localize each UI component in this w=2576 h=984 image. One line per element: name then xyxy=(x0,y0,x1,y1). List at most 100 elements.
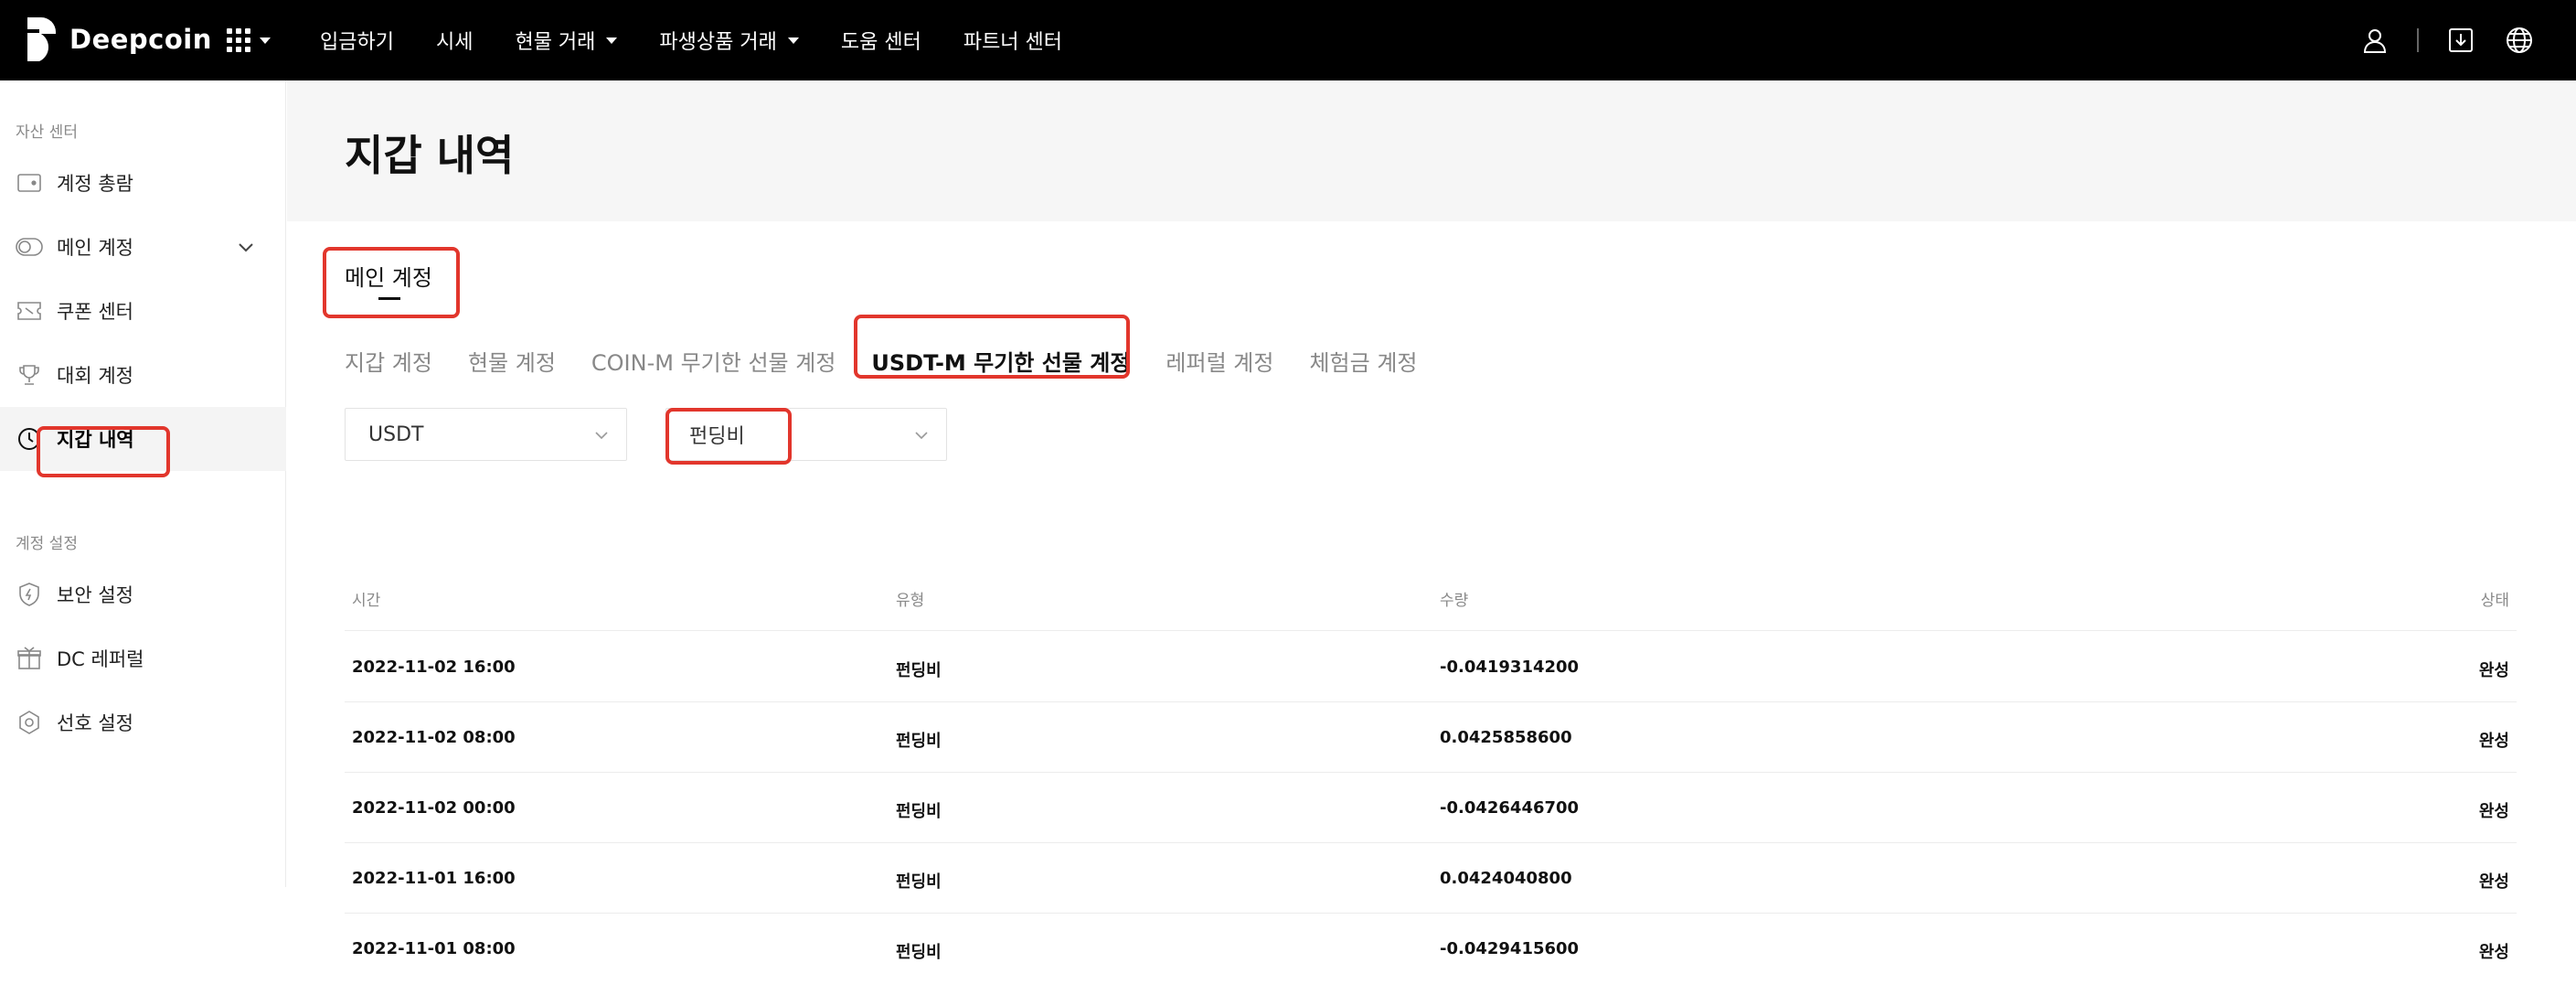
settings-icon xyxy=(16,709,43,736)
page-title: 지갑 내역 xyxy=(345,131,515,180)
brand-name: Deepcoin xyxy=(69,24,212,55)
cell-status: 완성 xyxy=(2478,802,2509,821)
brand-logo[interactable]: Deepcoin xyxy=(27,13,212,66)
nav-deposit[interactable]: 입금하기 xyxy=(320,26,394,55)
caret-down-icon xyxy=(606,37,618,44)
sidebar-item-label: 선호 설정 xyxy=(57,712,133,734)
page-header: 지갑 내역 xyxy=(287,80,2576,221)
subtab-referral-account[interactable]: 레퍼럴 계정 xyxy=(1166,345,1273,377)
nav-derivatives-trading[interactable]: 파생상품 거래 xyxy=(659,26,799,55)
ticket-icon xyxy=(16,297,43,325)
subtab-coin-m-futures-account[interactable]: COIN-M 무기한 선물 계정 xyxy=(591,345,836,377)
divider xyxy=(2417,28,2419,52)
user-icon[interactable] xyxy=(2358,24,2391,57)
tab-main-account[interactable]: 메인 계정 xyxy=(345,260,432,292)
top-navigation-bar: Deepcoin 입금하기 시세 현물 거래 파생상품 거래 도움 센터 파트너… xyxy=(0,0,2576,80)
table-row: 2022-11-02 00:00 펀딩비 -0.0426446700 완성 xyxy=(345,773,2517,843)
cell-type: 펀딩비 xyxy=(896,661,942,680)
sidebar-item-preferences[interactable]: 선호 설정 xyxy=(0,690,286,754)
table-header: 시간 유형 수량 상태 xyxy=(345,565,2517,631)
cell-type: 펀딩비 xyxy=(896,943,942,962)
cell-time: 2022-11-02 08:00 xyxy=(352,728,516,747)
column-header-type: 유형 xyxy=(896,592,925,610)
cell-status: 완성 xyxy=(2478,661,2509,680)
chevron-down-icon xyxy=(595,432,608,440)
nav-label: 입금하기 xyxy=(320,31,394,54)
download-icon[interactable] xyxy=(2444,24,2477,57)
toggle-icon xyxy=(16,233,43,261)
cell-status: 완성 xyxy=(2478,872,2509,892)
apps-grid-icon xyxy=(227,28,250,52)
sidebar-item-competition-account[interactable]: 대회 계정 xyxy=(0,343,286,407)
type-select-value: 펀딩비 xyxy=(689,425,745,448)
sidebar-item-coupon-center[interactable]: 쿠폰 센터 xyxy=(0,279,286,343)
nav-spot-trading[interactable]: 현물 거래 xyxy=(515,26,618,55)
cell-type: 펀딩비 xyxy=(896,732,942,751)
cell-time: 2022-11-01 08:00 xyxy=(352,939,516,958)
main-content: 지갑 내역 메인 계정 지갑 계정 현물 계정 COIN-M 무기한 선물 계정… xyxy=(287,80,2576,962)
account-subtabs: 지갑 계정 현물 계정 COIN-M 무기한 선물 계정 USDT-M 무기한 … xyxy=(345,342,1453,379)
cell-status: 완성 xyxy=(2478,732,2509,751)
cell-time: 2022-11-02 00:00 xyxy=(352,798,516,818)
subtab-usdt-m-futures-account[interactable]: USDT-M 무기한 선물 계정 xyxy=(871,345,1130,377)
chevron-down-icon[interactable] xyxy=(237,238,255,256)
table-row: 2022-11-01 16:00 펀딩비 0.0424040800 완성 xyxy=(345,843,2517,914)
column-header-amount: 수량 xyxy=(1440,592,1469,610)
deepcoin-logo-icon xyxy=(27,17,56,61)
wallet-icon xyxy=(16,169,43,197)
cell-amount: -0.0419314200 xyxy=(1440,658,1580,677)
cell-amount: 0.0425858600 xyxy=(1440,728,1572,747)
cell-type: 펀딩비 xyxy=(896,802,942,821)
gift-icon xyxy=(16,645,43,672)
subtab-wallet-account[interactable]: 지갑 계정 xyxy=(345,345,432,377)
nav-label: 파트너 센터 xyxy=(963,31,1063,54)
caret-down-icon xyxy=(260,37,271,44)
sidebar-item-label: 계정 총람 xyxy=(57,173,133,195)
table-row: 2022-11-02 08:00 펀딩비 0.0425858600 완성 xyxy=(345,702,2517,773)
sidebar-section-account-settings: 계정 설정 xyxy=(16,535,78,553)
currency-select-value: USDT xyxy=(368,422,424,446)
sidebar-item-main-account[interactable]: 메인 계정 xyxy=(0,215,286,279)
sidebar-item-account-overview[interactable]: 계정 총람 xyxy=(0,151,286,215)
nav-label: 파생상품 거래 xyxy=(659,31,777,54)
subtab-spot-account[interactable]: 현물 계정 xyxy=(468,345,556,377)
sidebar-item-dc-referral[interactable]: DC 레퍼럴 xyxy=(0,626,286,690)
sidebar-item-wallet-history[interactable]: 지갑 내역 xyxy=(0,407,286,471)
main-nav: 입금하기 시세 현물 거래 파생상품 거래 도움 센터 파트너 센터 xyxy=(320,0,1104,80)
nav-partner-center[interactable]: 파트너 센터 xyxy=(963,26,1062,55)
globe-icon[interactable] xyxy=(2503,24,2536,57)
cell-type: 펀딩비 xyxy=(896,872,942,892)
cell-amount: 0.0424040800 xyxy=(1440,869,1572,888)
tab-active-indicator xyxy=(378,297,400,300)
sidebar-item-label: 대회 계정 xyxy=(57,365,133,387)
caret-down-icon xyxy=(787,37,799,44)
column-header-time: 시간 xyxy=(352,592,381,610)
table-row: 2022-11-02 16:00 펀딩비 -0.0419314200 완성 xyxy=(345,632,2517,702)
sidebar-item-security-settings[interactable]: 보안 설정 xyxy=(0,562,286,626)
cell-amount: -0.0426446700 xyxy=(1440,798,1580,818)
nav-label: 현물 거래 xyxy=(515,31,596,54)
nav-markets[interactable]: 시세 xyxy=(436,26,473,55)
sidebar-item-label: 메인 계정 xyxy=(57,237,133,259)
sidebar: 자산 센터 계정 총람 메인 계정 쿠폰 센터 대회 계정 지갑 내역 계정 설… xyxy=(0,80,286,887)
column-header-status: 상태 xyxy=(2480,592,2509,610)
apps-menu-button[interactable] xyxy=(227,22,280,59)
cell-time: 2022-11-01 16:00 xyxy=(352,869,516,888)
nav-label: 도움 센터 xyxy=(840,31,921,54)
top-right-actions xyxy=(2358,20,2536,60)
table-row: 2022-11-01 08:00 펀딩비 -0.0429415600 완성 xyxy=(345,914,2517,984)
chevron-down-icon xyxy=(915,432,928,440)
trophy-icon xyxy=(16,361,43,389)
shield-icon xyxy=(16,581,43,608)
type-select[interactable]: 펀딩비 xyxy=(665,408,947,461)
sidebar-section-asset-center: 자산 센터 xyxy=(16,123,78,142)
cell-amount: -0.0429415600 xyxy=(1440,939,1580,958)
cell-status: 완성 xyxy=(2478,943,2509,962)
subtab-trial-fund-account[interactable]: 체험금 계정 xyxy=(1309,345,1417,377)
nav-help-center[interactable]: 도움 센터 xyxy=(841,26,921,55)
sidebar-item-label: 지갑 내역 xyxy=(57,429,134,451)
clock-icon xyxy=(16,425,43,453)
sidebar-item-label: 보안 설정 xyxy=(57,584,133,606)
currency-select[interactable]: USDT xyxy=(345,408,627,461)
cell-time: 2022-11-02 16:00 xyxy=(352,658,516,677)
